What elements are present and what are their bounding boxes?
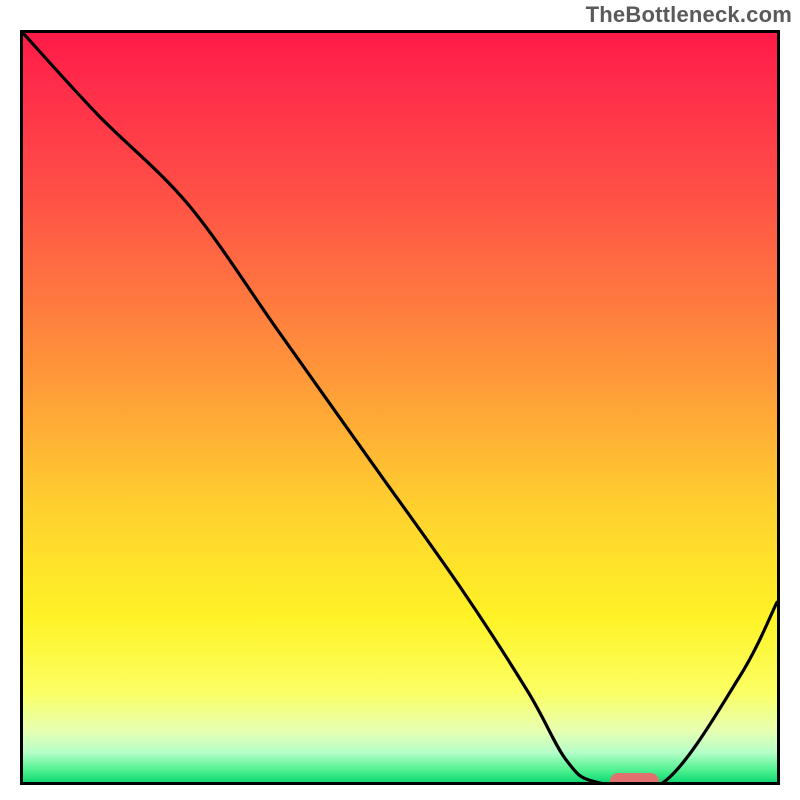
chart-container: TheBottleneck.com [0,0,800,800]
optimum-marker [610,773,659,785]
plot-frame [20,30,780,785]
watermark-text: TheBottleneck.com [586,2,792,28]
curve-layer [23,33,777,782]
bottleneck-curve [23,33,777,782]
